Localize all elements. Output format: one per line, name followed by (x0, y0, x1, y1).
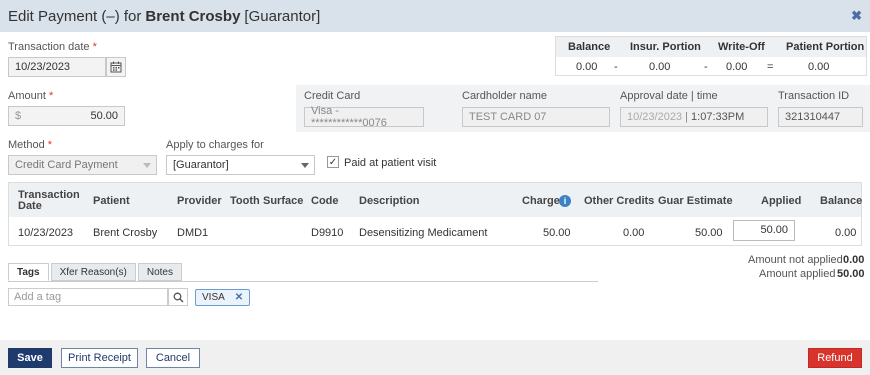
chevron-down-icon (301, 163, 309, 168)
insur-portion-value: 0.00 (649, 61, 671, 73)
write-off-value: 0.00 (726, 61, 748, 73)
amount-not-applied-label: Amount not applied (748, 254, 843, 266)
method-select[interactable]: Credit Card Payment (8, 155, 157, 175)
cell-code: D9910 (311, 227, 344, 239)
transaction-id-field: 321310447 (778, 107, 863, 127)
credit-card-field: Visa - ************0076 (304, 105, 424, 129)
tag-chip-label: VISA (202, 292, 225, 303)
save-button[interactable]: Save (8, 348, 52, 368)
cell-guar-estimate: 50.00 (695, 227, 723, 239)
amount-applied-label: Amount applied (759, 268, 836, 280)
transaction-id-label: Transaction ID (778, 90, 850, 102)
title-role: [Guarantor] (244, 7, 321, 25)
amount-value: 50.00 (90, 110, 118, 122)
paid-at-visit-checkbox[interactable]: ✓ (327, 156, 339, 168)
amount-input[interactable]: $ 50.00 (8, 106, 125, 126)
amount-not-applied-value: 0.00 (843, 254, 865, 266)
calendar-icon[interactable] (106, 57, 126, 77)
patient-portion-header: Patient Portion (786, 41, 865, 53)
balance-header: Balance (568, 41, 611, 53)
search-icon[interactable] (168, 288, 188, 306)
grid-header (9, 183, 861, 217)
charges-grid: Transaction Date Patient Provider Tooth … (8, 182, 862, 246)
cell-other-credits: 0.00 (623, 227, 645, 239)
transaction-date-label: Transaction date * (8, 41, 97, 53)
col-description: Description (359, 195, 420, 207)
cell-charge: 50.00 (543, 227, 571, 239)
cell-description: Desensitizing Medicament (359, 227, 488, 239)
tab-notes[interactable]: Notes (137, 263, 182, 281)
cardholder-field: TEST CARD 07 (462, 107, 610, 127)
col-patient: Patient (93, 195, 130, 207)
col-other-credits: Other Credits (584, 195, 655, 207)
transaction-date-input[interactable]: 10/23/2023 (8, 57, 106, 77)
credit-card-label: Credit Card (304, 90, 361, 102)
cell-date: 10/23/2023 (18, 227, 74, 239)
minus-operator: - (614, 61, 618, 73)
tab-divider (8, 281, 598, 282)
chevron-down-icon (143, 163, 151, 168)
col-code: Code (311, 195, 339, 207)
cell-balance: 0.00 (835, 227, 857, 239)
refund-button[interactable]: Refund (808, 348, 862, 368)
info-icon[interactable]: i (559, 195, 571, 207)
cell-provider: DMD1 (177, 227, 209, 239)
col-transaction-date-2: Date (18, 200, 42, 212)
write-off-header: Write-Off (718, 41, 765, 53)
apply-to-select[interactable]: [Guarantor] (166, 155, 315, 175)
amount-applied-value: 50.00 (837, 268, 865, 280)
cell-patient: Brent Crosby (93, 227, 158, 239)
currency-symbol: $ (15, 110, 22, 122)
title-prefix: Edit Payment (–) for (8, 7, 142, 25)
paid-at-visit-label: Paid at patient visit (344, 157, 437, 169)
col-tooth: Tooth (230, 195, 260, 207)
cancel-button[interactable]: Cancel (146, 348, 200, 368)
col-balance: Balance (820, 195, 863, 207)
tab-tags[interactable]: Tags (8, 263, 49, 281)
patient-portion-value: 0.00 (808, 61, 830, 73)
close-icon[interactable]: ✕ (235, 292, 243, 303)
title-patient-name: Brent Crosby (145, 7, 241, 25)
equals-operator: = (767, 61, 774, 73)
insur-portion-header: Insur. Portion (630, 41, 701, 53)
col-surface: Surface (263, 195, 304, 207)
dialog-title: Edit Payment (–) for Brent Crosby [Guara… (0, 0, 870, 32)
approval-label: Approval date | time (620, 90, 718, 102)
tag-input[interactable]: Add a tag (8, 288, 168, 306)
cardholder-label: Cardholder name (462, 90, 547, 102)
col-charge: Charge (522, 195, 560, 207)
method-label: Method * (8, 139, 53, 151)
col-guar-estimate: Guar Estimate (658, 195, 733, 207)
close-icon[interactable]: ✖ (851, 8, 862, 24)
minus-operator: - (704, 61, 708, 73)
col-applied: Applied (761, 195, 802, 207)
tag-chip: VISA ✕ (195, 289, 251, 306)
approval-field: 10/23/2023 | 1:07:33PM (620, 107, 768, 127)
tab-bar: Tags Xfer Reason(s) Notes (8, 263, 184, 281)
apply-to-label: Apply to charges for (166, 139, 264, 151)
amount-label: Amount * (8, 90, 54, 102)
tab-xfer-reasons[interactable]: Xfer Reason(s) (50, 263, 136, 281)
print-receipt-button[interactable]: Print Receipt (61, 348, 138, 368)
balance-summary: Balance Insur. Portion Write-Off Patient… (555, 36, 867, 76)
balance-value: 0.00 (576, 61, 598, 73)
applied-input[interactable]: 50.00 (733, 220, 795, 241)
col-provider: Provider (177, 195, 222, 207)
